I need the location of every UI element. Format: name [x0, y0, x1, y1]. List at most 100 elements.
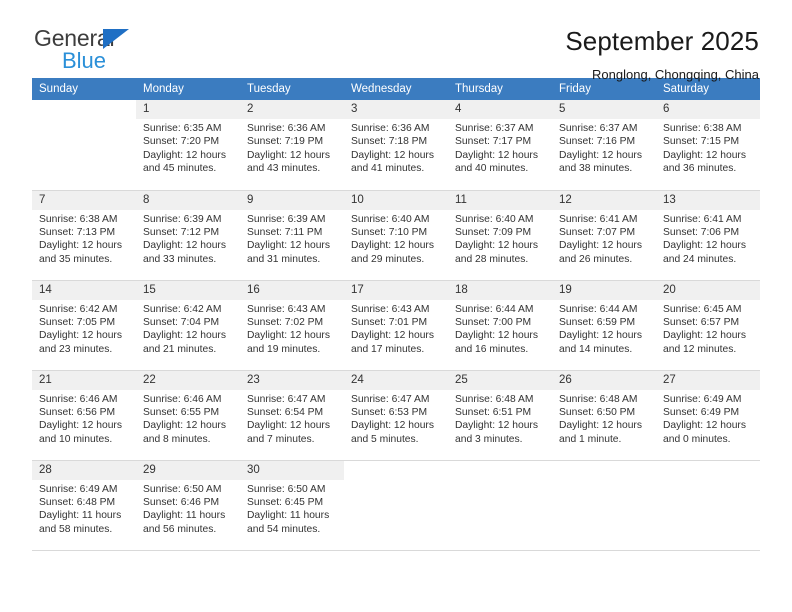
calendar-week-row: 28 Sunrise: 6:49 AM Sunset: 6:48 PM Dayligh…: [32, 460, 760, 551]
day-number: 29: [136, 460, 240, 480]
calendar-day-cell[interactable]: 25 Sunrise: 6:48 AM Sunset: 6:51 PM Dayligh…: [448, 370, 552, 461]
calendar-day-cell[interactable]: 5 Sunrise: 6:37 AM Sunset: 7:16 PM Daylight…: [552, 100, 656, 191]
sunset-text: Sunset: 7:11 PM: [247, 226, 323, 238]
calendar-day-cell[interactable]: 11 Sunrise: 6:40 AM Sunset: 7:09 PM Dayligh…: [448, 190, 552, 281]
sunrise-text: Sunrise: 6:37 AM: [559, 123, 638, 134]
daylight-text-line1: Daylight: 12 hours: [247, 330, 330, 342]
calendar-day-cell[interactable]: 15 Sunrise: 6:42 AM Sunset: 7:04 PM Dayligh…: [136, 280, 240, 371]
sunset-text: Sunset: 7:09 PM: [455, 226, 532, 238]
calendar-day-cell[interactable]: 26 Sunrise: 6:48 AM Sunset: 6:50 PM Dayligh…: [552, 370, 656, 461]
daylight-text-line1: Daylight: 12 hours: [143, 420, 226, 432]
calendar-day-cell[interactable]: 9 Sunrise: 6:39 AM Sunset: 7:11 PM Daylight…: [240, 190, 344, 281]
calendar-day-cell[interactable]: 27 Sunrise: 6:49 AM Sunset: 6:49 PM Dayligh…: [656, 370, 760, 461]
weekday-header-thursday: Thursday: [448, 78, 552, 100]
daylight-text-line1: Daylight: 12 hours: [39, 240, 122, 252]
sunset-text: Sunset: 7:18 PM: [351, 136, 428, 148]
day-sun-info: Sunrise: 6:44 AM Sunset: 7:00 PM Daylight:…: [448, 300, 552, 357]
day-sun-info: Sunrise: 6:37 AM Sunset: 7:16 PM Daylight:…: [552, 119, 656, 176]
sunrise-text: Sunrise: 6:39 AM: [143, 213, 222, 225]
sunset-text: Sunset: 7:12 PM: [143, 226, 220, 238]
sunrise-text: Sunrise: 6:42 AM: [39, 303, 118, 315]
day-number: 19: [552, 280, 656, 300]
daylight-text-line2: and 10 minutes.: [39, 433, 113, 445]
calendar-day-cell[interactable]: 12 Sunrise: 6:41 AM Sunset: 7:07 PM Dayligh…: [552, 190, 656, 281]
calendar-day-cell[interactable]: 28 Sunrise: 6:49 AM Sunset: 6:48 PM Dayligh…: [32, 460, 136, 551]
calendar-day-cell[interactable]: 16 Sunrise: 6:43 AM Sunset: 7:02 PM Dayligh…: [240, 280, 344, 371]
calendar-day-cell[interactable]: 6 Sunrise: 6:38 AM Sunset: 7:15 PM Daylight…: [656, 100, 760, 191]
daylight-text-line2: and 58 minutes.: [39, 523, 113, 535]
sunrise-text: Sunrise: 6:41 AM: [663, 213, 742, 225]
calendar-day-cell[interactable]: 3 Sunrise: 6:36 AM Sunset: 7:18 PM Daylight…: [344, 100, 448, 191]
brand-logo[interactable]: General Blue: [32, 26, 232, 72]
daylight-text-line1: Daylight: 12 hours: [455, 240, 538, 252]
day-number: 6: [656, 100, 760, 119]
calendar-day-cell[interactable]: 20 Sunrise: 6:45 AM Sunset: 6:57 PM Dayligh…: [656, 280, 760, 371]
day-number: 7: [32, 190, 136, 210]
day-sun-info: Sunrise: 6:43 AM Sunset: 7:02 PM Daylight:…: [240, 300, 344, 357]
calendar-day-cell[interactable]: 29 Sunrise: 6:50 AM Sunset: 6:46 PM Dayligh…: [136, 460, 240, 551]
daylight-text-line1: Daylight: 12 hours: [39, 330, 122, 342]
calendar-day-cell[interactable]: 4 Sunrise: 6:37 AM Sunset: 7:17 PM Daylight…: [448, 100, 552, 191]
day-number: 25: [448, 370, 552, 390]
daylight-text-line1: Daylight: 11 hours: [143, 510, 226, 522]
calendar-day-cell-empty: [552, 460, 656, 551]
day-sun-info: Sunrise: 6:39 AM Sunset: 7:12 PM Daylight:…: [136, 210, 240, 267]
calendar-day-cell[interactable]: 17 Sunrise: 6:43 AM Sunset: 7:01 PM Dayligh…: [344, 280, 448, 371]
sunrise-text: Sunrise: 6:45 AM: [663, 303, 742, 315]
sunrise-text: Sunrise: 6:40 AM: [351, 213, 430, 225]
sunrise-text: Sunrise: 6:36 AM: [247, 123, 326, 134]
sunrise-text: Sunrise: 6:42 AM: [143, 303, 222, 315]
calendar-day-cell[interactable]: 21 Sunrise: 6:46 AM Sunset: 6:56 PM Dayligh…: [32, 370, 136, 461]
day-number: [32, 100, 136, 119]
daylight-text-line2: and 21 minutes.: [143, 343, 217, 355]
sunset-text: Sunset: 6:57 PM: [663, 316, 740, 328]
weekday-header-tuesday: Tuesday: [240, 78, 344, 100]
page-title: September 2025: [565, 26, 759, 56]
daylight-text-line1: Daylight: 12 hours: [39, 420, 122, 432]
day-number: 13: [656, 190, 760, 210]
daylight-text-line1: Daylight: 12 hours: [663, 149, 746, 161]
day-number: 17: [344, 280, 448, 300]
sunrise-text: Sunrise: 6:38 AM: [663, 123, 742, 134]
sunrise-text: Sunrise: 6:37 AM: [455, 123, 534, 134]
calendar-day-cell[interactable]: 19 Sunrise: 6:44 AM Sunset: 6:59 PM Dayligh…: [552, 280, 656, 371]
daylight-text-line2: and 41 minutes.: [351, 163, 425, 175]
calendar-day-cell[interactable]: 8 Sunrise: 6:39 AM Sunset: 7:12 PM Daylight…: [136, 190, 240, 281]
weekday-header-wednesday: Wednesday: [344, 78, 448, 100]
sunset-text: Sunset: 7:01 PM: [351, 316, 428, 328]
daylight-text-line2: and 28 minutes.: [455, 253, 529, 265]
daylight-text-line2: and 56 minutes.: [143, 523, 217, 535]
calendar-day-cell[interactable]: 7 Sunrise: 6:38 AM Sunset: 7:13 PM Daylight…: [32, 190, 136, 281]
daylight-text-line1: Daylight: 12 hours: [559, 240, 642, 252]
day-number: 20: [656, 280, 760, 300]
calendar-week-row: 21 Sunrise: 6:46 AM Sunset: 6:56 PM Dayligh…: [32, 370, 760, 461]
calendar-day-cell[interactable]: 18 Sunrise: 6:44 AM Sunset: 7:00 PM Dayligh…: [448, 280, 552, 371]
calendar-day-cell[interactable]: 14 Sunrise: 6:42 AM Sunset: 7:05 PM Dayligh…: [32, 280, 136, 371]
calendar-day-cell[interactable]: 1 Sunrise: 6:35 AM Sunset: 7:20 PM Daylight…: [136, 100, 240, 191]
day-sun-info: Sunrise: 6:39 AM Sunset: 7:11 PM Daylight:…: [240, 210, 344, 267]
calendar-week-row: 7 Sunrise: 6:38 AM Sunset: 7:13 PM Daylight…: [32, 190, 760, 281]
daylight-text-line1: Daylight: 12 hours: [351, 240, 434, 252]
daylight-text-line2: and 12 minutes.: [663, 343, 737, 355]
calendar-day-cell-empty: [656, 460, 760, 551]
day-sun-info: Sunrise: 6:50 AM Sunset: 6:46 PM Daylight:…: [136, 480, 240, 537]
calendar-day-cell[interactable]: 24 Sunrise: 6:47 AM Sunset: 6:53 PM Dayligh…: [344, 370, 448, 461]
daylight-text-line1: Daylight: 12 hours: [247, 240, 330, 252]
daylight-text-line2: and 8 minutes.: [143, 433, 211, 445]
day-number: 18: [448, 280, 552, 300]
daylight-text-line1: Daylight: 12 hours: [559, 420, 642, 432]
day-sun-info: Sunrise: 6:40 AM Sunset: 7:09 PM Daylight:…: [448, 210, 552, 267]
calendar-day-cell[interactable]: 22 Sunrise: 6:46 AM Sunset: 6:55 PM Dayligh…: [136, 370, 240, 461]
daylight-text-line1: Daylight: 12 hours: [663, 420, 746, 432]
sunrise-text: Sunrise: 6:43 AM: [247, 303, 326, 315]
calendar-day-cell[interactable]: 13 Sunrise: 6:41 AM Sunset: 7:06 PM Dayligh…: [656, 190, 760, 281]
calendar-day-cell[interactable]: 23 Sunrise: 6:47 AM Sunset: 6:54 PM Dayligh…: [240, 370, 344, 461]
day-number: 5: [552, 100, 656, 119]
calendar-day-cell[interactable]: 30 Sunrise: 6:50 AM Sunset: 6:45 PM Dayligh…: [240, 460, 344, 551]
day-sun-info: Sunrise: 6:49 AM Sunset: 6:49 PM Daylight:…: [656, 390, 760, 447]
calendar-day-cell[interactable]: 2 Sunrise: 6:36 AM Sunset: 7:19 PM Daylight…: [240, 100, 344, 191]
sunset-text: Sunset: 7:02 PM: [247, 316, 324, 328]
sunset-text: Sunset: 7:20 PM: [143, 136, 220, 148]
calendar-day-cell[interactable]: 10 Sunrise: 6:40 AM Sunset: 7:10 PM Dayligh…: [344, 190, 448, 281]
daylight-text-line2: and 38 minutes.: [559, 163, 633, 175]
